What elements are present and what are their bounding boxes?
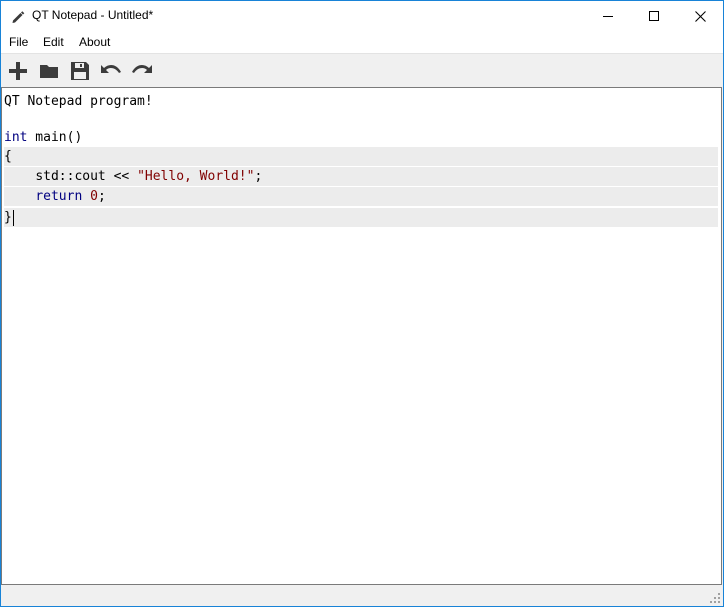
- text-editor[interactable]: QT Notepad program! int main() { std::co…: [1, 87, 722, 585]
- editor-line: QT Notepad program!: [4, 94, 153, 109]
- app-window: QT Notepad - Untitled* File Edit About Q…: [0, 0, 724, 607]
- folder-icon: [40, 65, 58, 78]
- editor-line: return 0;: [4, 187, 718, 206]
- string-token: "Hello, World!": [137, 169, 255, 184]
- text-caret: [12, 209, 14, 226]
- save-icon: [71, 62, 89, 80]
- window-title: QT Notepad - Untitled*: [32, 8, 154, 22]
- close-button[interactable]: [677, 1, 723, 32]
- menu-bar: File Edit About: [1, 32, 723, 53]
- status-bar: [1, 585, 723, 606]
- menu-about[interactable]: About: [79, 35, 110, 49]
- redo-button[interactable]: [130, 59, 154, 83]
- pencil-icon: [10, 9, 26, 25]
- menu-file[interactable]: File: [9, 35, 28, 49]
- save-file-button[interactable]: [68, 59, 92, 83]
- keyword-token: return: [35, 189, 83, 204]
- redo-icon: [132, 64, 152, 73]
- title-bar[interactable]: QT Notepad - Untitled*: [1, 1, 723, 32]
- resize-grip-icon[interactable]: [710, 593, 720, 603]
- maximize-button[interactable]: [631, 1, 677, 32]
- editor-line: int main(): [4, 130, 83, 145]
- editor-line: std::cout << "Hello, World!";: [4, 167, 718, 186]
- new-file-button[interactable]: [6, 59, 30, 83]
- close-icon: [694, 11, 706, 22]
- open-file-button[interactable]: [37, 59, 61, 83]
- minimize-button[interactable]: [585, 1, 631, 32]
- editor-line: }: [4, 208, 718, 227]
- plus-icon: [9, 62, 27, 80]
- undo-button[interactable]: [99, 59, 123, 83]
- editor-line: {: [4, 147, 718, 166]
- keyword-token: int: [4, 130, 28, 145]
- undo-icon: [101, 64, 121, 73]
- toolbar: [1, 53, 723, 87]
- number-token: 0: [90, 189, 98, 204]
- menu-edit[interactable]: Edit: [43, 35, 64, 49]
